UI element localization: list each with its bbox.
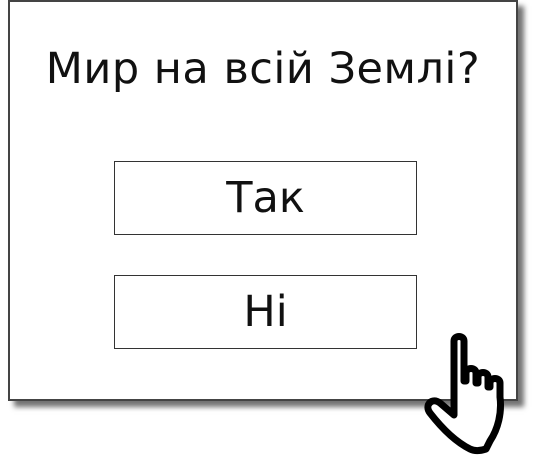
- question-title: Мир на всій Землі?: [45, 44, 481, 94]
- yes-button[interactable]: Так: [114, 161, 417, 235]
- no-button[interactable]: Ні: [114, 275, 417, 349]
- hand-pointer-icon: [424, 333, 504, 454]
